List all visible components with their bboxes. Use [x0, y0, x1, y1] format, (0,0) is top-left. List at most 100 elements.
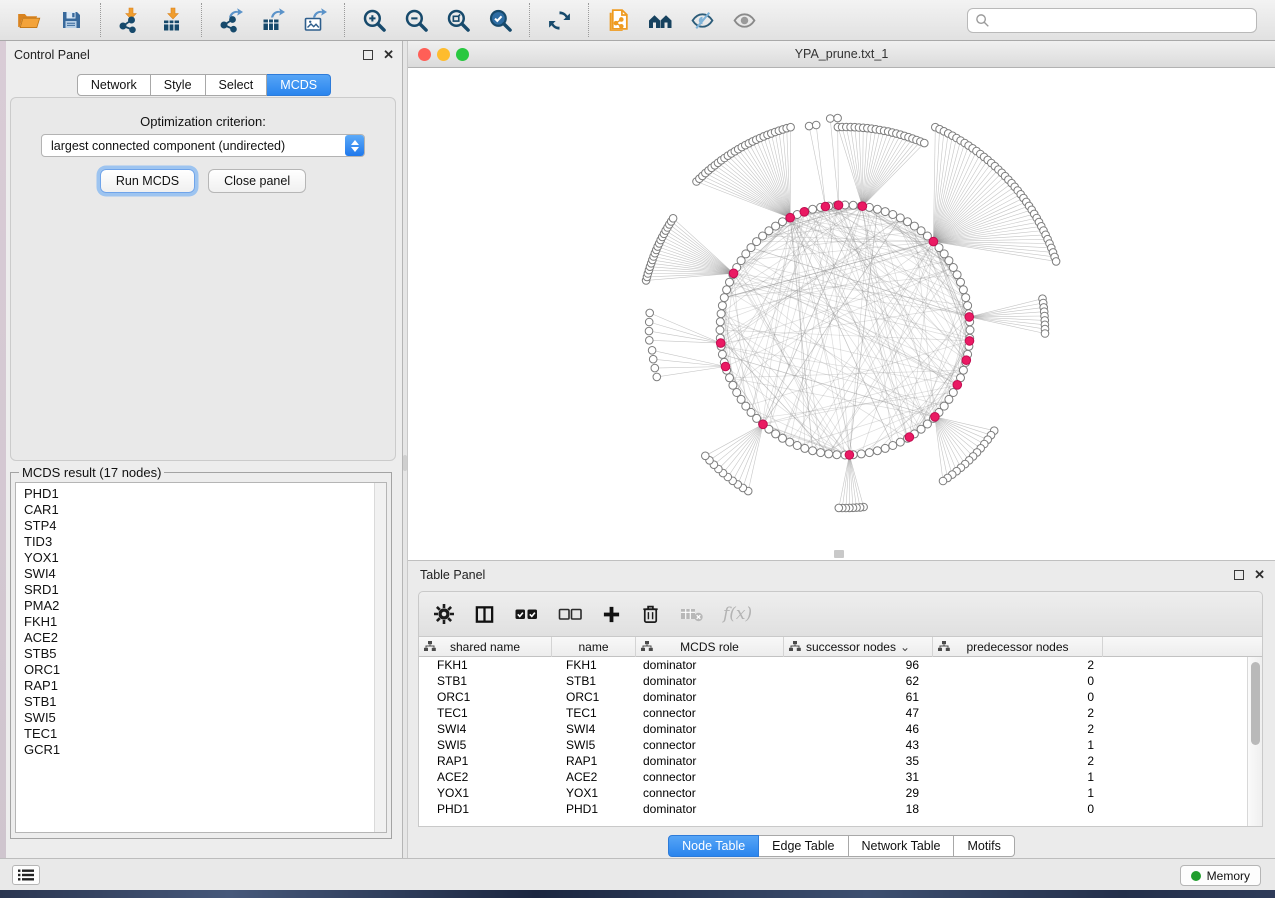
hide-graphics-button[interactable]	[685, 4, 719, 36]
export-network-button[interactable]	[214, 4, 248, 36]
mcds-result-item[interactable]: ACE2	[24, 630, 386, 646]
network-node[interactable]	[873, 205, 881, 213]
mcds-hub-node[interactable]	[845, 451, 854, 460]
mcds-hub-node[interactable]	[759, 420, 768, 429]
network-node[interactable]	[729, 381, 737, 389]
table-row[interactable]: STB1STB1dominator620	[419, 673, 1262, 689]
export-table-button[interactable]	[256, 4, 290, 36]
mcds-hub-node[interactable]	[800, 208, 809, 217]
mcds-hub-node[interactable]	[858, 202, 867, 211]
tab-select[interactable]: Select	[206, 74, 268, 96]
tab-network[interactable]: Network	[77, 74, 151, 96]
mcds-result-item[interactable]: PMA2	[24, 598, 386, 614]
minimize-window-icon[interactable]	[437, 48, 450, 61]
float-window-icon[interactable]	[363, 50, 373, 60]
column-header[interactable]: MCDS role	[636, 637, 784, 657]
network-node[interactable]	[805, 122, 813, 130]
network-node[interactable]	[809, 447, 817, 455]
column-header[interactable]: successor nodes⌄	[784, 637, 933, 657]
mcds-hub-node[interactable]	[834, 201, 843, 210]
mcds-result-item[interactable]: ORC1	[24, 662, 386, 678]
open-session-button[interactable]	[12, 4, 46, 36]
table-scrollbar[interactable]	[1247, 657, 1262, 826]
task-history-button[interactable]	[12, 865, 40, 885]
network-node[interactable]	[957, 278, 965, 286]
mcds-result-item[interactable]: SRD1	[24, 582, 386, 598]
mcds-result-item[interactable]: STP4	[24, 518, 386, 534]
tab-node-table[interactable]: Node Table	[668, 835, 759, 857]
network-node[interactable]	[959, 286, 967, 294]
mcds-result-item[interactable]: RAP1	[24, 678, 386, 694]
scrollbar-thumb[interactable]	[1251, 662, 1260, 745]
tab-edge-table[interactable]: Edge Table	[759, 835, 848, 857]
network-node[interactable]	[793, 442, 801, 450]
network-node[interactable]	[835, 504, 843, 512]
table-row[interactable]: FKH1FKH1dominator962	[419, 657, 1262, 673]
mcds-hub-node[interactable]	[905, 433, 914, 442]
mcds-result-item[interactable]: CAR1	[24, 502, 386, 518]
search-field[interactable]	[967, 8, 1257, 33]
mcds-hub-node[interactable]	[965, 337, 974, 346]
search-input[interactable]	[995, 12, 1249, 28]
mcds-list-scrollbar[interactable]	[374, 483, 386, 832]
zoom-out-button[interactable]	[399, 4, 433, 36]
network-node[interactable]	[786, 438, 794, 446]
mcds-result-item[interactable]: SWI5	[24, 710, 386, 726]
tab-style[interactable]: Style	[151, 74, 206, 96]
network-node[interactable]	[726, 374, 734, 382]
network-node[interactable]	[953, 271, 961, 279]
network-node[interactable]	[873, 447, 881, 455]
network-node[interactable]	[733, 389, 741, 397]
network-node[interactable]	[726, 278, 734, 286]
close-panel-button[interactable]: Close panel	[208, 169, 306, 193]
refresh-button[interactable]	[542, 4, 576, 36]
add-column-button[interactable]	[602, 601, 621, 627]
mcds-hub-node[interactable]	[931, 413, 940, 422]
network-node[interactable]	[857, 450, 865, 458]
mcds-hub-node[interactable]	[721, 362, 730, 371]
network-node[interactable]	[826, 115, 834, 123]
network-node[interactable]	[718, 350, 726, 358]
export-image-button[interactable]	[298, 4, 332, 36]
maximize-window-icon[interactable]	[456, 48, 469, 61]
mcds-result-list[interactable]: PHD1CAR1STP4TID3YOX1SWI4SRD1PMA2FKH1ACE2…	[15, 482, 387, 833]
mcds-result-item[interactable]: TID3	[24, 534, 386, 550]
mcds-hub-node[interactable]	[821, 202, 830, 211]
gear-button[interactable]	[433, 601, 455, 627]
zoom-selected-button[interactable]	[483, 4, 517, 36]
zoom-in-button[interactable]	[357, 4, 391, 36]
network-node[interactable]	[649, 355, 657, 363]
network-node[interactable]	[809, 205, 817, 213]
network-node[interactable]	[825, 450, 833, 458]
delete-column-button[interactable]	[640, 601, 661, 627]
mcds-hub-node[interactable]	[729, 269, 738, 278]
network-node[interactable]	[966, 326, 974, 334]
column-header[interactable]: shared name	[419, 637, 552, 657]
mcds-result-item[interactable]: PHD1	[24, 486, 386, 502]
network-node[interactable]	[720, 294, 728, 302]
share-document-button[interactable]	[601, 4, 635, 36]
show-graphics-button[interactable]	[727, 4, 761, 36]
network-node[interactable]	[962, 294, 970, 302]
close-window-icon[interactable]	[418, 48, 431, 61]
network-node[interactable]	[921, 139, 929, 147]
zoom-fit-button[interactable]	[441, 4, 475, 36]
import-table-button[interactable]	[155, 4, 189, 36]
network-overview-button[interactable]	[643, 4, 677, 36]
network-node[interactable]	[648, 347, 656, 355]
criterion-select[interactable]: largest connected component (undirected)	[41, 134, 365, 157]
mcds-result-item[interactable]: STB5	[24, 646, 386, 662]
memory-button[interactable]: Memory	[1180, 865, 1261, 886]
mcds-hub-node[interactable]	[962, 356, 971, 365]
table-row[interactable]: SWI4SWI4dominator462	[419, 721, 1262, 737]
network-canvas[interactable]	[408, 68, 1275, 560]
splitter-handle[interactable]	[403, 455, 407, 471]
network-node[interactable]	[718, 302, 726, 310]
network-node[interactable]	[865, 449, 873, 457]
network-node[interactable]	[964, 302, 972, 310]
network-node[interactable]	[1052, 258, 1060, 266]
tab-mcds[interactable]: MCDS	[267, 74, 331, 96]
columns-button[interactable]	[474, 601, 495, 627]
network-node[interactable]	[645, 318, 653, 326]
network-node[interactable]	[889, 211, 897, 219]
